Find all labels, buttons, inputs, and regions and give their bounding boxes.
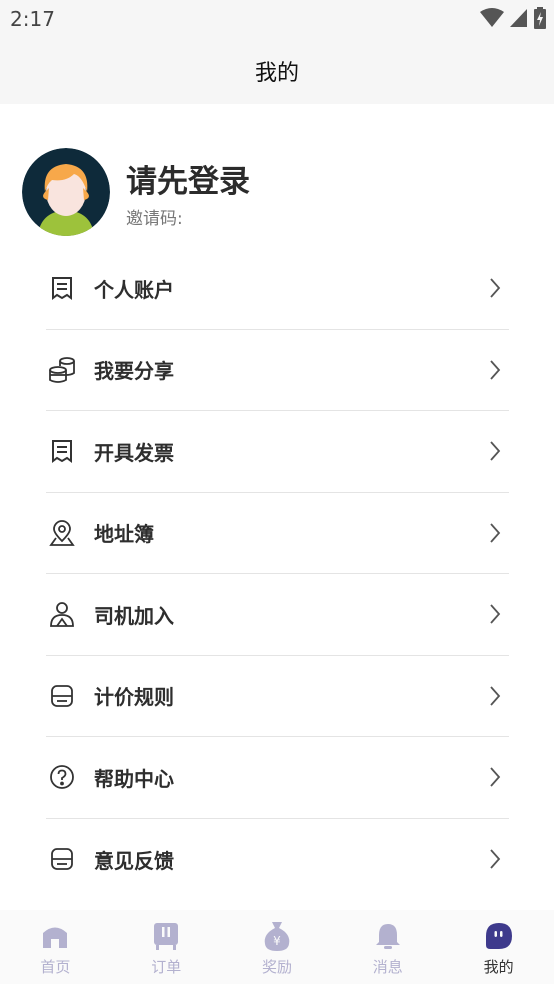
chevron-right-icon [490,604,501,624]
tab-label: 消息 [372,958,403,976]
menu-item-driver-join[interactable]: 司机加入 [46,574,509,656]
svg-text:¥: ¥ [273,934,281,948]
status-bar: 2:17 [0,0,554,38]
battery-icon [534,7,546,29]
menu-label: 意见反馈 [94,848,174,873]
menu-item-share[interactable]: 我要分享 [46,330,509,411]
status-icons [480,7,546,29]
menu-item-personal-account[interactable]: 个人账户 [46,248,509,330]
menu-label: 开具发票 [94,440,174,465]
bottom-tab-bar: 首页 订单 ¥ 奖励 消息 我的 [0,910,554,984]
location-pin-icon [46,517,78,549]
page-title: 我的 [254,61,299,86]
tab-mine[interactable]: 我的 [443,910,554,984]
menu-item-help-center[interactable]: 帮助中心 [46,737,509,819]
login-prompt[interactable]: 请先登录 [126,156,250,201]
feedback-icon [46,843,78,875]
profile-card[interactable]: 请先登录 邀请码: [22,148,522,238]
tab-label: 订单 [151,958,182,976]
help-icon [46,761,78,793]
avatar[interactable] [22,148,110,236]
menu-item-address-book[interactable]: 地址簿 [46,493,509,574]
chevron-right-icon [490,441,501,461]
reward-bag-icon: ¥ [261,920,293,952]
status-time: 2:17 [10,7,55,31]
home-icon [39,920,71,952]
menu-label: 地址簿 [94,522,154,547]
menu-label: 计价规则 [94,685,174,710]
tab-label: 我的 [483,958,514,976]
signal-icon [510,9,527,27]
tab-rewards[interactable]: ¥ 奖励 [222,910,333,984]
bell-icon [372,920,404,952]
chevron-right-icon [490,686,501,706]
menu-label: 个人账户 [94,277,174,302]
coins-icon [46,354,78,386]
avatar-icon [22,148,110,236]
receipt-icon [46,272,78,304]
tab-orders[interactable]: 订单 [111,910,222,984]
menu-label: 司机加入 [94,603,174,628]
menu-list: 个人账户 我要分享 开具发票 地址簿 司机加入 计价规则 帮助中心 意见反馈 [46,248,509,900]
chevron-right-icon [490,767,501,787]
pricing-icon [46,680,78,712]
chevron-right-icon [490,523,501,543]
driver-icon [46,598,78,630]
title-bar: 我的 [0,38,554,104]
menu-item-feedback[interactable]: 意见反馈 [46,819,509,901]
menu-item-invoice[interactable]: 开具发票 [46,411,509,493]
invoice-icon [46,435,78,467]
chevron-right-icon [490,278,501,298]
tab-label: 奖励 [261,958,292,976]
profile-icon [483,920,515,952]
chevron-right-icon [490,849,501,869]
order-icon [150,920,182,952]
tab-home[interactable]: 首页 [0,910,111,984]
chevron-right-icon [490,360,501,380]
tab-label: 首页 [40,958,71,976]
menu-label: 帮助中心 [94,766,174,791]
menu-item-pricing-rules[interactable]: 计价规则 [46,656,509,737]
tab-messages[interactable]: 消息 [332,910,443,984]
wifi-icon [480,8,504,27]
menu-label: 我要分享 [94,359,174,384]
invite-code-label: 邀请码: [126,209,183,229]
